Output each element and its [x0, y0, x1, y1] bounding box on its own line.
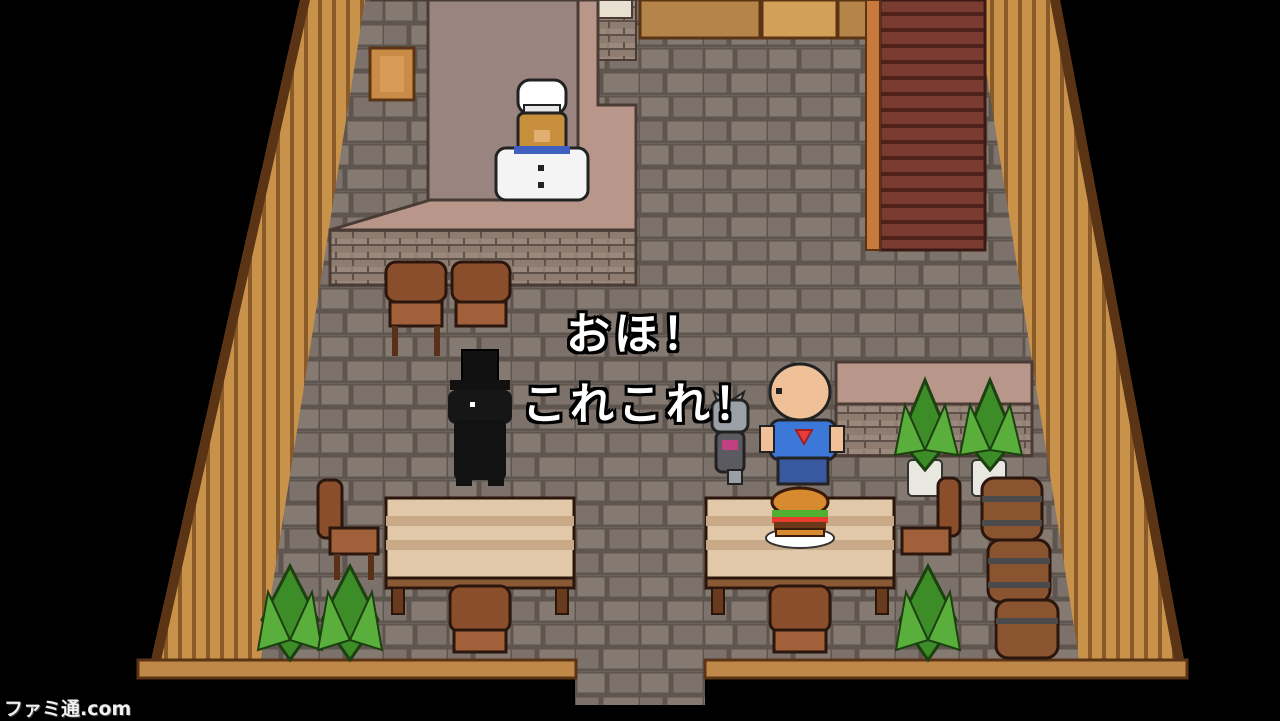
chair-front-right[interactable] [768, 584, 832, 654]
chair-back-right[interactable] [450, 260, 512, 328]
chair-front-left[interactable] [448, 584, 512, 654]
dialogue-line-2: これこれ！ [522, 379, 762, 430]
hamburger[interactable] [765, 486, 835, 549]
staircase [865, 0, 987, 252]
dialogue-line-1: おほ！ [566, 309, 710, 360]
watermark-logo: ファミ通.com [4, 698, 132, 720]
